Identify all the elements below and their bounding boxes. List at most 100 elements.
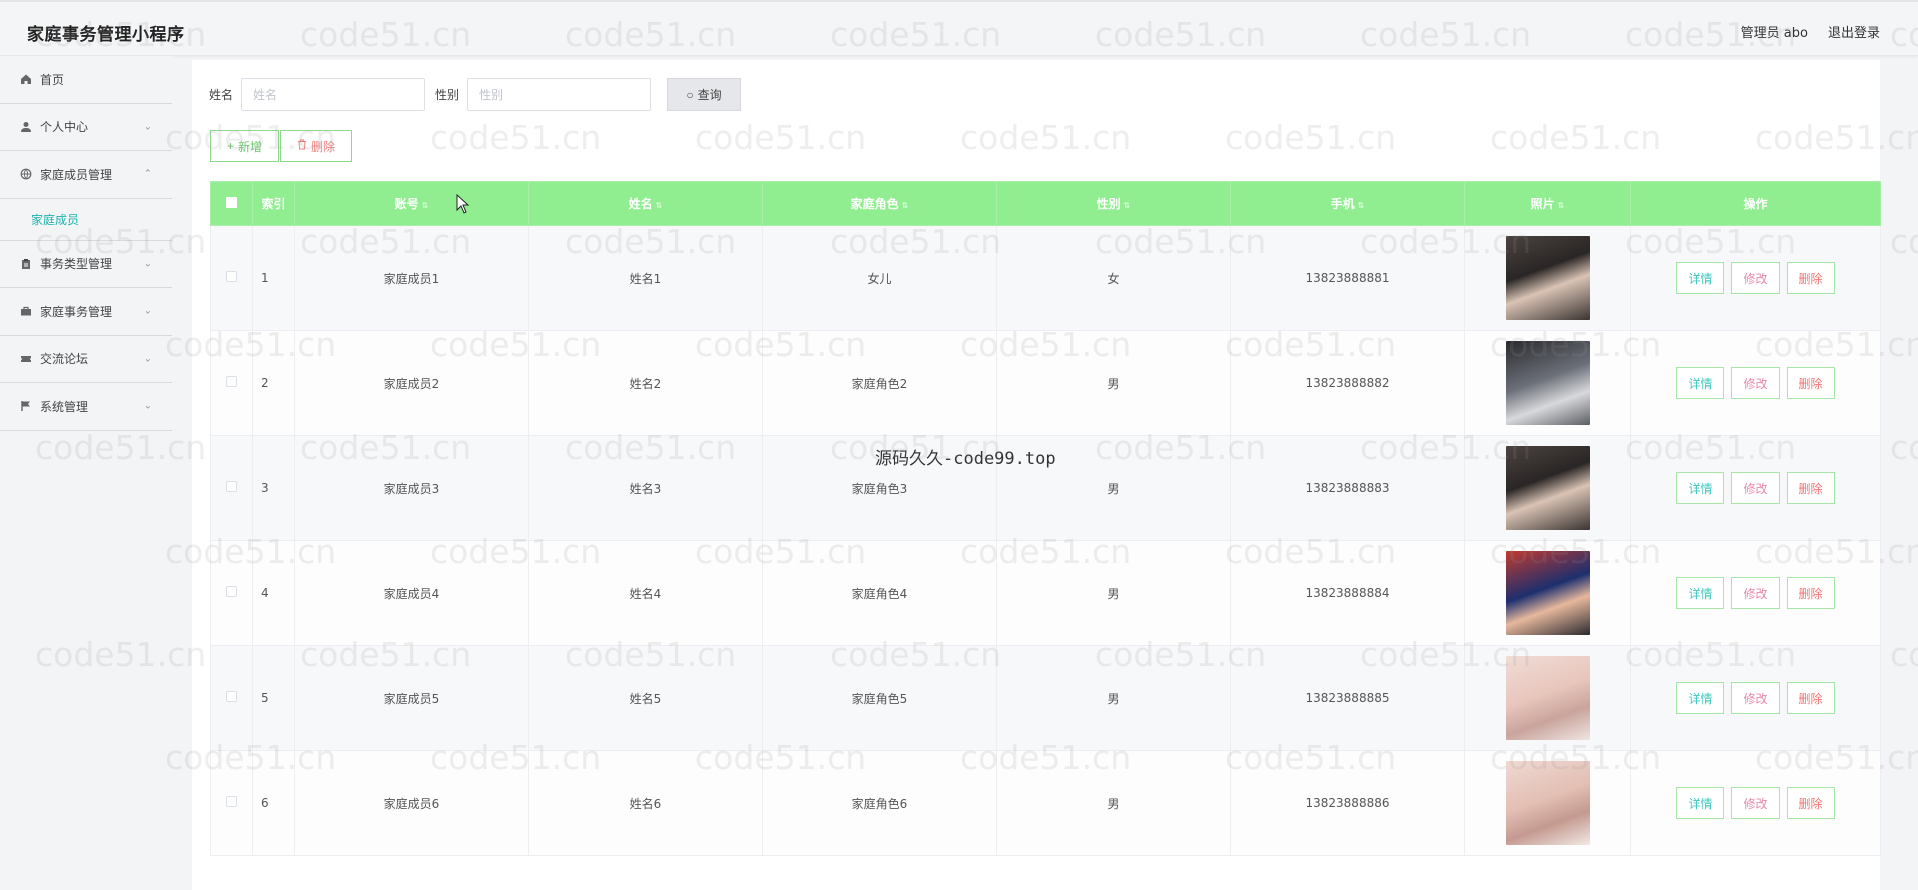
edit-button[interactable]: 修改 [1731,367,1780,399]
sort-icon[interactable]: ⇅ [1558,201,1565,210]
watermark-text: code51.cn [1890,222,1918,261]
sidebar-item-label: 家庭成员管理 [40,167,113,182]
row-role: 家庭角色5 [762,645,997,751]
delete-button[interactable]: 删除 [1786,682,1835,714]
name-search-input[interactable] [241,78,426,111]
sidebar-item-system[interactable]: 系统管理 ⌄ [0,383,172,431]
batch-delete-button[interactable]: 删除 [280,130,353,162]
row-photo-cell [1464,750,1631,856]
sidebar-item-label: 交流论坛 [40,352,89,367]
select-all-checkbox[interactable] [226,196,237,208]
action-bar: + 新增 删除 [210,130,353,162]
row-select-cell[interactable] [210,225,253,331]
sort-icon[interactable]: ⇅ [1358,201,1365,210]
detail-button[interactable]: 详情 [1676,367,1725,399]
sidebar-item-personal-center[interactable]: 个人中心 ⌄ [0,104,172,151]
header-user-area: 管理员 abo 退出登录 [1741,22,1880,41]
chevron-down-icon: ⌄ [143,400,152,412]
row-index: 4 [252,540,295,646]
row-name: 姓名5 [528,645,763,751]
header-select-all[interactable] [210,181,253,226]
row-operations: 详情 修改 删除 [1630,225,1881,331]
mouse-cursor-icon [456,194,470,214]
delete-button-label: 删除 [311,139,336,154]
row-index: 6 [252,750,295,856]
delete-button[interactable]: 删除 [1786,787,1835,819]
sort-icon[interactable]: ⇅ [902,201,909,210]
row-gender: 男 [996,645,1231,751]
sidebar-item-forum[interactable]: 交流论坛 ⌄ [0,336,172,383]
flag-icon [18,400,34,412]
add-button[interactable]: + 新增 [210,130,280,162]
delete-button[interactable]: 删除 [1786,472,1835,504]
row-checkbox[interactable] [226,271,237,282]
edit-button[interactable]: 修改 [1731,682,1780,714]
row-select-cell[interactable] [210,435,253,541]
edit-button[interactable]: 修改 [1731,787,1780,819]
gender-search-input[interactable] [467,78,652,111]
row-role: 家庭角色2 [762,330,997,436]
edit-button[interactable]: 修改 [1731,262,1780,294]
header-role[interactable]: 家庭角色 ⇅ [762,181,997,226]
row-role: 女儿 [762,225,997,331]
detail-button[interactable]: 详情 [1676,787,1725,819]
header-photo[interactable]: 照片 ⇅ [1464,181,1631,226]
row-phone: 13823888881 [1230,225,1465,331]
sidebar-item-label: 家庭事务管理 [40,304,113,319]
sort-icon[interactable]: ⇅ [656,201,663,210]
query-button-label: 查询 [697,88,722,102]
detail-button[interactable]: 详情 [1676,472,1725,504]
detail-button[interactable]: 详情 [1676,262,1725,294]
row-account: 家庭成员3 [294,435,529,541]
chevron-down-icon: ⌄ [143,353,152,365]
member-photo[interactable] [1505,236,1590,320]
detail-button[interactable]: 详情 [1676,682,1725,714]
row-role: 家庭角色6 [762,750,997,856]
member-photo[interactable] [1505,551,1590,635]
row-checkbox[interactable] [226,691,237,702]
query-button[interactable]: ○ 查询 [667,78,742,111]
top-bar: 家庭事务管理小程序 管理员 abo 退出登录 [0,0,1918,56]
header-name[interactable]: 姓名 ⇅ [528,181,763,226]
sidebar-item-family-members[interactable]: 家庭成员管理 ⌃ [0,151,172,199]
delete-button[interactable]: 删除 [1786,577,1835,609]
row-name: 姓名1 [528,225,763,331]
chevron-down-icon: ⌄ [143,258,152,270]
header-phone[interactable]: 手机 ⇅ [1230,181,1465,226]
sidebar-subitem-family-member[interactable]: 家庭成员 [0,199,172,241]
detail-button[interactable]: 详情 [1676,577,1725,609]
table-row: 6 家庭成员6 姓名6 家庭角色6 男 13823888886 详情 修改 删除 [210,750,1881,856]
delete-button[interactable]: 删除 [1786,367,1835,399]
row-index: 2 [252,330,295,436]
row-checkbox[interactable] [226,796,237,807]
row-photo-cell [1464,330,1631,436]
row-select-cell[interactable] [210,750,253,856]
sort-icon[interactable]: ⇅ [422,201,429,210]
row-select-cell[interactable] [210,540,253,646]
delete-button[interactable]: 删除 [1786,262,1835,294]
row-checkbox[interactable] [226,481,237,492]
edit-button[interactable]: 修改 [1731,577,1780,609]
header-account[interactable]: 账号 ⇅ [294,181,529,226]
member-photo[interactable] [1505,446,1590,530]
member-photo[interactable] [1505,761,1590,845]
row-checkbox[interactable] [226,586,237,597]
edit-button[interactable]: 修改 [1731,472,1780,504]
header-operations: 操作 [1630,181,1881,226]
member-photo[interactable] [1505,341,1590,425]
logout-link[interactable]: 退出登录 [1828,22,1880,41]
member-photo[interactable] [1505,656,1590,740]
row-operations: 详情 修改 删除 [1630,540,1881,646]
header-gender[interactable]: 性别 ⇅ [996,181,1231,226]
sort-icon[interactable]: ⇅ [1124,201,1131,210]
home-icon [18,73,34,85]
sidebar-item-affair-types[interactable]: 事务类型管理 ⌄ [0,241,172,288]
sidebar-item-home[interactable]: 首页 [0,56,172,104]
sidebar-item-family-affairs[interactable]: 家庭事务管理 ⌄ [0,288,172,336]
row-select-cell[interactable] [210,330,253,436]
row-select-cell[interactable] [210,645,253,751]
app-title: 家庭事务管理小程序 [27,25,185,45]
table-row: 4 家庭成员4 姓名4 家庭角色4 男 13823888884 详情 修改 删除 [210,540,1881,646]
sidebar-item-label: 首页 [40,72,65,87]
row-checkbox[interactable] [226,376,237,387]
